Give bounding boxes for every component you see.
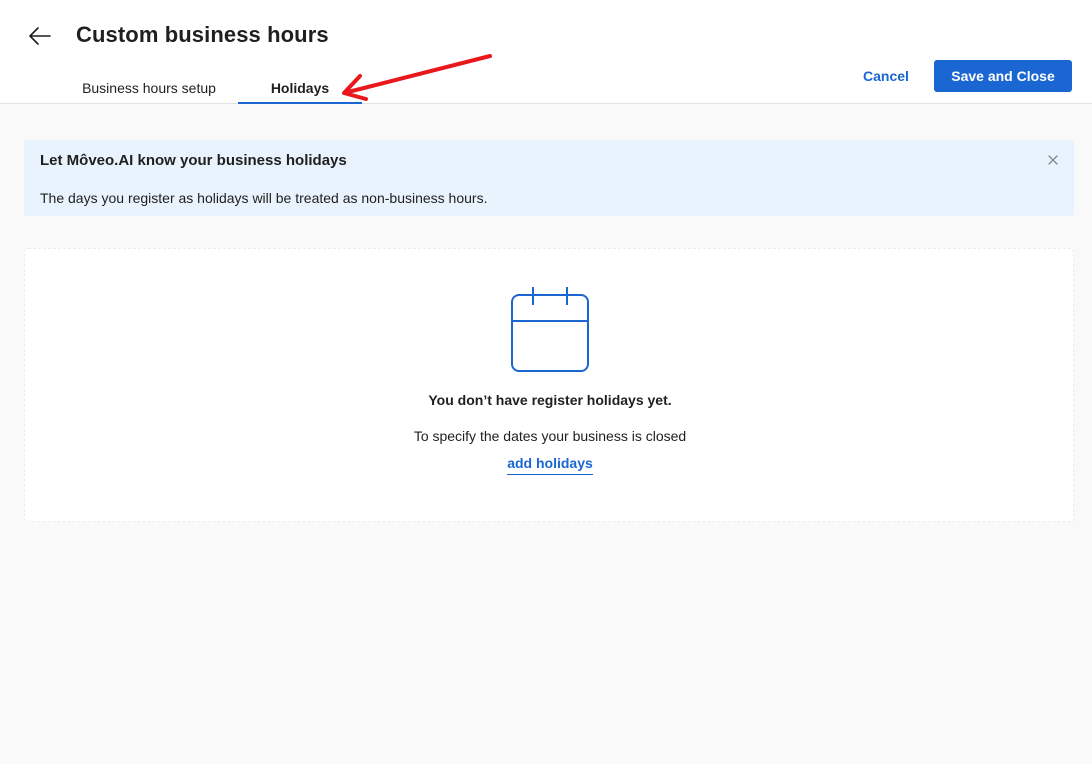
calendar-icon [511, 287, 589, 372]
empty-state-title: You don’t have register holidays yet. [428, 392, 672, 408]
close-icon [1048, 155, 1058, 165]
banner-text: The days you register as holidays will b… [40, 190, 488, 206]
holidays-info-banner: Let Môveo.AI know your business holidays… [24, 140, 1074, 216]
page-title: Custom business hours [76, 22, 329, 47]
tab-business-hours-setup[interactable]: Business hours setup [60, 72, 238, 104]
holidays-empty-state: You don’t have register holidays yet. To… [24, 248, 1074, 522]
page-header: Custom business hours Business hours set… [0, 0, 1092, 104]
add-holidays-link-wrapper: add holidays [25, 455, 1075, 475]
save-and-close-button[interactable]: Save and Close [934, 60, 1072, 92]
tab-holidays[interactable]: Holidays [238, 72, 362, 104]
cancel-button[interactable]: Cancel [850, 62, 922, 90]
arrow-left-icon [29, 27, 51, 45]
empty-state-text: To specify the dates your business is cl… [413, 428, 687, 444]
banner-close-button[interactable] [1046, 153, 1060, 167]
banner-title: Let Môveo.AI know your business holidays [40, 152, 347, 169]
back-button[interactable] [26, 24, 54, 48]
add-holidays-link[interactable]: add holidays [507, 455, 593, 475]
